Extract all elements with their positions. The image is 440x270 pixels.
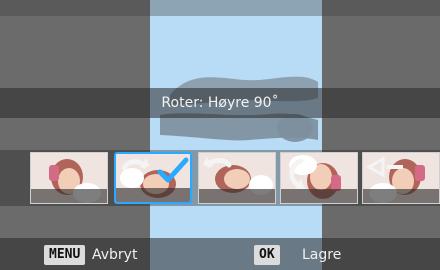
top-bar xyxy=(0,0,440,16)
menu-button[interactable]: MENU xyxy=(44,245,86,265)
thumbnail-original[interactable] xyxy=(30,152,108,204)
thumbnail-flip[interactable] xyxy=(362,152,440,204)
camera-screen: Roter: Høyre 90˚ MENU Avbryt OK Lagre xyxy=(0,0,440,270)
thumbnail-shade xyxy=(199,189,275,203)
person-silhouette xyxy=(160,76,318,142)
left-shade xyxy=(0,0,150,270)
save-label: Lagre xyxy=(302,247,342,263)
thumbnail-shade xyxy=(363,189,439,203)
thumbnail-rotate-180[interactable] xyxy=(280,152,358,204)
thumbnail-rotate-left[interactable] xyxy=(198,152,276,204)
ok-button[interactable]: OK xyxy=(254,245,280,265)
thumbnail-shade xyxy=(281,189,357,203)
thumbnail-shade xyxy=(31,189,107,203)
cancel-label: Avbryt xyxy=(92,247,138,263)
rotated-preview xyxy=(150,0,322,270)
thumbnail-shade xyxy=(116,188,190,202)
rotation-title: Roter: Høyre 90˚ xyxy=(161,95,279,111)
thumbnail-rotate-right[interactable] xyxy=(114,152,192,204)
right-shade xyxy=(322,0,440,270)
